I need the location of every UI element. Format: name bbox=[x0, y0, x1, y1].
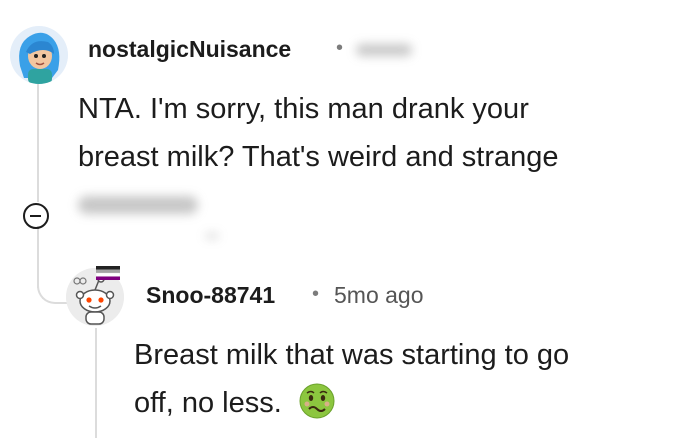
timestamp: 5mo ago bbox=[334, 282, 424, 308]
blurred-metadata bbox=[356, 44, 412, 56]
comment-line: off, no less. bbox=[134, 379, 674, 427]
comment-line: breast milk? That's weird and strange bbox=[78, 141, 559, 173]
nauseated-face-emoji bbox=[299, 383, 335, 419]
comment-body: Breast milk that was starting to go off,… bbox=[134, 331, 674, 427]
comment-line: NTA. I'm sorry, this man drank your bbox=[78, 93, 529, 125]
thread-line[interactable] bbox=[37, 82, 39, 202]
collapse-thread-icon[interactable] bbox=[23, 203, 49, 229]
blurred-actions bbox=[78, 196, 198, 214]
separator-dot: • bbox=[336, 37, 344, 59]
comment-body: NTA. I'm sorry, this man drank your brea… bbox=[78, 85, 678, 181]
separator-dot: • bbox=[312, 283, 320, 305]
asexual-flag-icon bbox=[96, 266, 120, 280]
avatar[interactable] bbox=[10, 26, 68, 84]
blurred-actions bbox=[205, 233, 219, 239]
comment-thread: nostalgicNuisance • NTA. I'm sorry, this… bbox=[0, 0, 700, 438]
comment-line: Breast milk that was starting to go bbox=[134, 339, 570, 371]
comment-line-text: off, no less. bbox=[134, 387, 282, 419]
username[interactable]: nostalgicNuisance bbox=[88, 36, 291, 63]
reply-thread-line[interactable] bbox=[95, 328, 97, 438]
user-avatar-icon bbox=[10, 26, 68, 84]
thread-connector bbox=[37, 270, 67, 304]
username[interactable]: Snoo-88741 bbox=[146, 282, 275, 309]
